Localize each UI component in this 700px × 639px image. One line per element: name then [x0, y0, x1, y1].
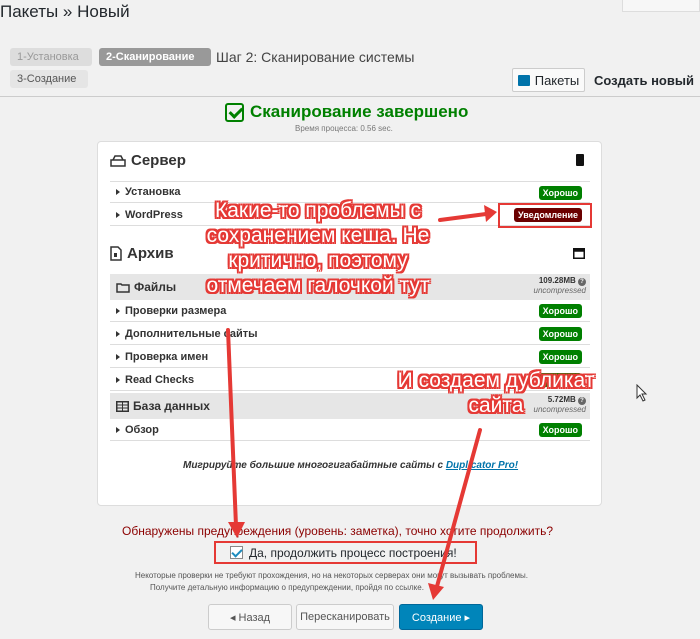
confirm-checkbox-row[interactable]: Да, продолжить процесс построения! — [214, 541, 477, 564]
step-heading: Шаг 2: Сканирование системы — [216, 49, 415, 65]
packages-button[interactable]: Пакеты — [512, 68, 585, 92]
row-label: WordPress — [125, 208, 183, 221]
row-label: Установка — [125, 186, 181, 198]
files-title: Файлы — [134, 280, 177, 294]
archive-title: Архив — [127, 245, 174, 262]
annotation-highlight-box — [498, 203, 592, 228]
expand-triangle-icon — [116, 330, 120, 337]
row-label: Read Checks — [125, 373, 195, 386]
annotation-cache-note: Какие-то проблемы с сохранением кеша. Не… — [188, 198, 448, 298]
promo-text: Мигрируйте большие многогигабайтные сайт… — [183, 460, 446, 471]
confirm-checkbox[interactable] — [230, 546, 243, 559]
annotation-line: И создаем дубликат — [397, 369, 595, 392]
collapse-icon[interactable] — [575, 154, 585, 166]
database-title: База данных — [133, 399, 210, 413]
annotation-line: отмечаем галочкой тут — [206, 274, 430, 297]
annotation-line: сайта — [468, 394, 524, 417]
create-button[interactable]: Создание ▸ — [399, 604, 483, 630]
row-label: Дополнительные сайты — [125, 327, 258, 340]
files-row-size-check[interactable]: Проверки размера Хорошо — [110, 300, 590, 322]
status-badge: Хорошо — [538, 423, 582, 437]
row-label: Проверки размера — [125, 304, 227, 317]
expand-triangle-icon — [116, 376, 120, 383]
files-size: 109.28MB ? uncompressed — [534, 276, 586, 295]
table-icon — [116, 400, 129, 412]
status-badge: Хорошо — [538, 327, 582, 341]
expand-triangle-icon — [116, 353, 120, 360]
create-new-tab[interactable]: Создать новый — [594, 73, 694, 88]
annotation-create-note: И создаем дубликат сайта — [366, 368, 626, 418]
checkmark-icon — [225, 102, 244, 122]
archive-box-icon — [517, 74, 530, 86]
expand-triangle-icon — [116, 426, 120, 433]
folder-icon — [116, 282, 130, 293]
note-line-1: Некоторые проверки не требуют прохождени… — [135, 571, 528, 580]
packages-button-label: Пакеты — [534, 72, 580, 88]
hard-drive-icon — [110, 154, 126, 167]
help-icon[interactable]: ? — [578, 278, 586, 286]
file-archive-icon — [110, 246, 122, 261]
screen-options-tab[interactable] — [622, 0, 700, 12]
confirm-label[interactable]: Да, продолжить процесс построения! — [249, 546, 457, 560]
annotation-line: Какие-то проблемы с — [214, 199, 421, 222]
note-line-2: Получите детальную информацию о предупре… — [150, 583, 424, 592]
archive-section-header[interactable]: Архив — [110, 245, 174, 262]
mouse-cursor-icon — [636, 384, 648, 402]
server-section-header[interactable]: Сервер — [110, 152, 186, 169]
scan-results-panel: Сервер Установка Хорошо WordPress Уведом… — [97, 141, 602, 506]
files-size-note: uncompressed — [533, 286, 586, 295]
rescan-button[interactable]: Перескан­ировать — [296, 604, 394, 630]
step-install: 1-Установка — [10, 48, 92, 66]
database-row-overview[interactable]: Обзор Хорошо — [110, 419, 590, 441]
row-label: Обзор — [125, 423, 159, 436]
scan-complete-title: Сканирование завершено — [225, 102, 468, 122]
expand-triangle-icon — [116, 211, 120, 218]
step-create: 3-Создание — [10, 70, 88, 88]
pro-promo-text: Мигрируйте большие многогигабайтные сайт… — [183, 460, 518, 471]
warning-message: Обнаружены предупреждения (уровень: заме… — [122, 524, 553, 538]
files-row-extra-sites[interactable]: Дополнительные сайты Хорошо — [110, 323, 590, 345]
back-button[interactable]: ◂ Назад — [208, 604, 292, 630]
annotation-line: сохранением кеша. Не — [206, 224, 430, 247]
pro-link[interactable]: Duplicator Pro! — [446, 460, 518, 471]
row-label: Проверка имен — [125, 350, 209, 363]
files-row-name-check[interactable]: Проверка имен Хорошо — [110, 346, 590, 368]
status-badge: Хорошо — [538, 186, 582, 200]
status-badge: Хорошо — [538, 304, 582, 318]
scan-title-text: Сканирование завершено — [250, 102, 469, 121]
header-divider — [0, 96, 700, 97]
scan-time: Время процесса: 0.56 sec. — [295, 124, 393, 133]
page-title: Пакеты » Новый — [0, 2, 130, 21]
server-title: Сервер — [131, 152, 186, 169]
status-badge: Хорошо — [538, 350, 582, 364]
step-scan: 2-Сканирование — [99, 48, 211, 66]
expand-triangle-icon — [116, 189, 120, 195]
window-icon[interactable] — [573, 248, 585, 259]
expand-triangle-icon — [116, 307, 120, 314]
files-size-value: 109.28MB — [538, 276, 576, 285]
annotation-line: критично, поэтому — [228, 249, 408, 272]
